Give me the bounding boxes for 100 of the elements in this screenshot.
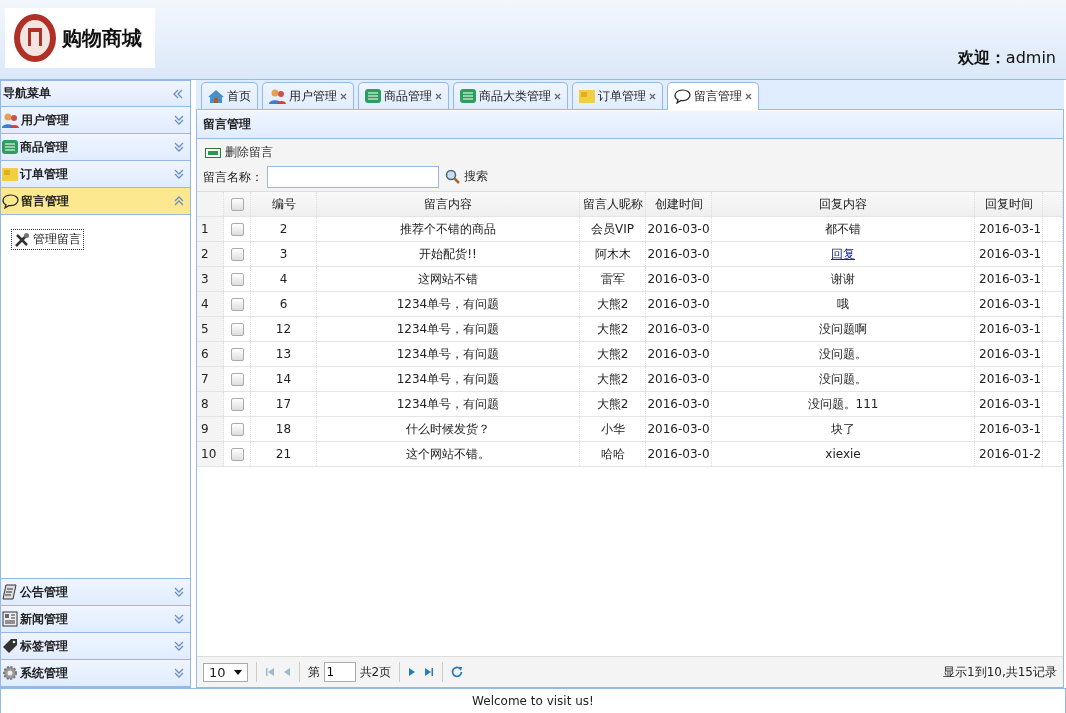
table-cell: 2016-03-0 — [647, 422, 710, 436]
close-icon[interactable] — [745, 93, 752, 100]
table-cell: 6 — [279, 297, 288, 311]
menu-item-label: 管理留言 — [33, 231, 81, 248]
tab[interactable]: 用户管理 — [262, 82, 354, 109]
column-header[interactable]: 编号 — [271, 195, 296, 213]
gear-icon — [2, 665, 18, 681]
expand-icon[interactable] — [174, 142, 184, 152]
row-checkbox[interactable] — [230, 397, 244, 411]
row-checkbox[interactable] — [230, 347, 244, 361]
page-field[interactable]: 1 — [323, 662, 356, 682]
tab[interactable]: 商品大类管理 — [453, 82, 568, 109]
table-cell: 大熊2 — [596, 395, 629, 413]
table-cell: 2016-03-1 — [979, 297, 1042, 311]
select-all-checkbox[interactable] — [230, 197, 244, 211]
menu-group-label: 订单管理 — [20, 165, 68, 183]
tab[interactable]: 留言管理 — [667, 82, 759, 110]
menu-group[interactable]: 系统管理 — [1, 660, 190, 687]
table-cell: 没问题。111 — [807, 395, 879, 413]
column-header[interactable]: 回复时间 — [984, 195, 1033, 213]
row-number: 5 — [201, 322, 209, 336]
menu-group[interactable]: 用户管理 — [1, 107, 190, 134]
refresh-icon[interactable] — [451, 666, 464, 678]
column-header[interactable]: 回复内容 — [819, 195, 867, 213]
table-cell: 2016-03-1 — [979, 347, 1042, 361]
users-icon — [269, 88, 286, 104]
row-checkbox[interactable] — [230, 447, 244, 461]
table-cell: 会员VIP — [591, 220, 634, 238]
close-icon[interactable] — [435, 92, 442, 100]
tab[interactable]: 商品管理 — [358, 82, 449, 109]
row-checkbox[interactable] — [230, 297, 244, 311]
table-cell: 大熊2 — [596, 345, 629, 363]
menu-group-label: 系统管理 — [20, 664, 68, 682]
table-cell: 2016-03-0 — [647, 397, 710, 411]
row-number: 9 — [201, 422, 209, 436]
footer-text: Welcome to visit us! — [472, 694, 594, 708]
page-size-select[interactable]: 10 — [203, 662, 248, 682]
collapse-left-icon[interactable] — [172, 88, 184, 99]
list-icon — [460, 88, 476, 104]
table-cell: 1234单号，有问题 — [396, 295, 500, 313]
collapse-icon[interactable] — [174, 196, 184, 206]
table-cell: 2 — [279, 222, 288, 236]
search-label: 留言名称： — [203, 168, 263, 186]
table-cell: 这网站不错 — [418, 270, 478, 288]
table-cell: 14 — [275, 372, 292, 386]
row-checkbox[interactable] — [230, 247, 244, 261]
next-page-icon[interactable] — [408, 667, 417, 677]
table-cell: 阿木木 — [594, 245, 631, 263]
row-checkbox[interactable] — [230, 322, 244, 336]
table-cell: xiexie — [825, 447, 861, 461]
column-header[interactable]: 创建时间 — [654, 195, 703, 213]
row-checkbox[interactable] — [230, 222, 244, 236]
menu-item[interactable]: 管理留言 — [11, 229, 84, 250]
close-icon[interactable] — [340, 92, 347, 100]
last-page-icon[interactable] — [424, 667, 435, 677]
expand-icon[interactable] — [174, 169, 184, 179]
row-checkbox[interactable] — [230, 272, 244, 286]
expand-icon[interactable] — [174, 587, 184, 597]
table-cell: 这个网站不错。 — [406, 445, 490, 463]
menu-group[interactable]: 公告管理 — [1, 579, 190, 606]
table-cell: 2016-03-0 — [647, 272, 710, 286]
first-page-icon[interactable] — [264, 667, 275, 677]
menu-group[interactable]: 新闻管理 — [1, 606, 190, 633]
table-cell: 2016-03-1 — [979, 247, 1042, 261]
menu-group[interactable]: 标签管理 — [1, 633, 190, 660]
table-cell: 2016-03-1 — [979, 397, 1042, 411]
record-summary: 显示1到10,共15记录 — [943, 663, 1057, 681]
tab[interactable]: 订单管理 — [572, 82, 663, 109]
row-checkbox[interactable] — [230, 372, 244, 386]
tab-label: 商品管理 — [384, 87, 432, 105]
tab[interactable]: 首页 — [201, 82, 258, 109]
expand-icon[interactable] — [174, 115, 184, 125]
expand-icon[interactable] — [174, 614, 184, 624]
search-field[interactable] — [267, 166, 439, 188]
close-icon[interactable] — [649, 92, 656, 100]
table-cell: 2016-03-1 — [979, 372, 1042, 386]
tag-icon — [2, 638, 18, 654]
delete-icon — [205, 147, 221, 158]
row-number: 3 — [201, 272, 209, 286]
previous-page-icon[interactable] — [282, 667, 291, 677]
row-checkbox[interactable] — [230, 422, 244, 436]
page-total: 共2页 — [359, 663, 392, 681]
table-cell: 大熊2 — [596, 295, 629, 313]
caret-icon — [233, 669, 242, 675]
logo-text: 购物商城 — [62, 24, 142, 52]
column-header[interactable]: 留言内容 — [424, 195, 472, 213]
column-header[interactable]: 留言人昵称 — [582, 195, 643, 213]
expand-icon[interactable] — [174, 668, 184, 678]
expand-icon[interactable] — [174, 641, 184, 651]
delete-button[interactable]: 删除留言 — [203, 142, 275, 163]
tab-label: 首页 — [227, 87, 251, 105]
search-button[interactable]: 搜索 — [443, 166, 490, 187]
reply-link[interactable]: 回复 — [831, 245, 855, 263]
menu-group[interactable]: 商品管理 — [1, 134, 190, 161]
menu-group[interactable]: 留言管理 — [1, 188, 190, 215]
folder-icon — [2, 166, 18, 182]
menu-group[interactable]: 订单管理 — [1, 161, 190, 188]
close-icon[interactable] — [554, 92, 561, 100]
table-cell: 哈哈 — [600, 445, 625, 463]
home-icon — [208, 88, 224, 104]
